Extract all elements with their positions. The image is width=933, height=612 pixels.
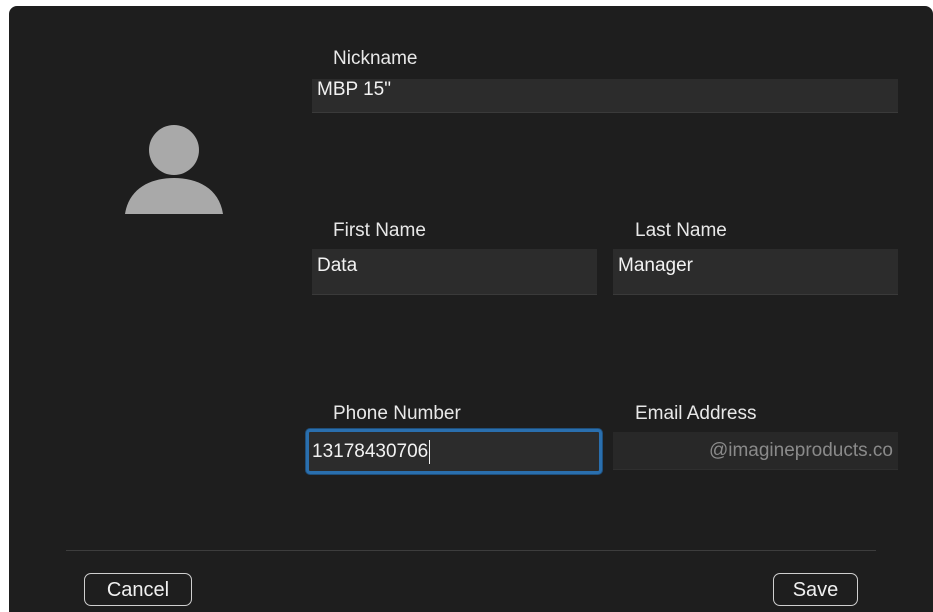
email-address-label: Email Address — [635, 403, 757, 424]
contact-sheet: Nickname MBP 15" First Name Data Last Na… — [9, 6, 933, 612]
phone-number-label: Phone Number — [333, 403, 461, 424]
cancel-button[interactable]: Cancel — [84, 573, 192, 606]
nickname-field[interactable]: MBP 15" — [312, 79, 898, 113]
avatar — [125, 122, 223, 214]
email-address-field[interactable]: @imagineproducts.co — [613, 432, 898, 470]
phone-number-field[interactable]: 13178430706 — [306, 429, 602, 474]
text-caret — [429, 439, 431, 464]
save-button[interactable]: Save — [773, 573, 858, 606]
last-name-field[interactable]: Manager — [613, 249, 898, 295]
footer-divider — [66, 550, 876, 551]
last-name-label: Last Name — [635, 220, 727, 241]
nickname-label: Nickname — [333, 48, 418, 69]
phone-number-value: 13178430706 — [312, 441, 429, 462]
first-name-label: First Name — [333, 220, 426, 241]
first-name-field[interactable]: Data — [312, 249, 597, 295]
person-icon — [125, 125, 223, 214]
